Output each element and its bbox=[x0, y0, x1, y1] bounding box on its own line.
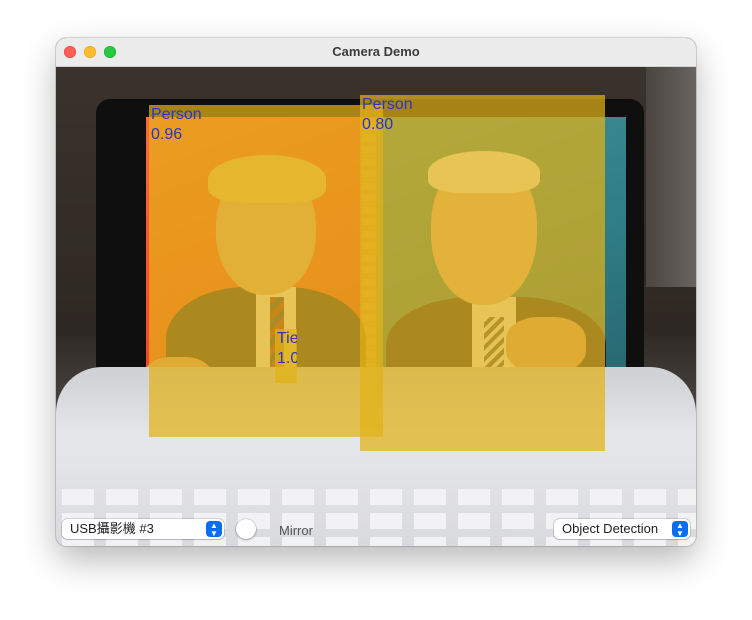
detection-label: Tie bbox=[277, 330, 297, 347]
mode-select[interactable]: Object Detection ▲ ▼ bbox=[554, 519, 690, 539]
title-bar: Camera Demo bbox=[56, 38, 696, 67]
chevron-up-down-icon: ▲ ▼ bbox=[672, 521, 688, 538]
chevron-up-down-icon: ▲ ▼ bbox=[206, 521, 222, 538]
camera-preview: Person 0.96 Person 0.80 Tie 1.0 bbox=[56, 67, 696, 546]
app-window: Camera Demo Person 0.96 Person 0.80 Tie … bbox=[56, 38, 696, 546]
detection-score: 0.96 bbox=[151, 126, 183, 143]
detection-box-person-2: Person 0.80 bbox=[360, 95, 605, 451]
background-scene bbox=[646, 67, 696, 287]
detection-label: Person bbox=[362, 96, 413, 113]
detection-box-person-1: Person 0.96 bbox=[149, 105, 383, 437]
detection-label: Person bbox=[151, 106, 202, 123]
detection-score: 1.0 bbox=[277, 350, 297, 367]
detection-box-tie: Tie 1.0 bbox=[275, 329, 297, 383]
mirror-label: Mirror bbox=[279, 523, 313, 538]
camera-select[interactable]: USB攝影機 #3 ▲ ▼ bbox=[62, 519, 224, 539]
mode-select-value: Object Detection bbox=[562, 521, 659, 536]
window-title: Camera Demo bbox=[332, 44, 420, 59]
detection-score: 0.80 bbox=[362, 116, 394, 133]
camera-select-value: USB攝影機 #3 bbox=[70, 521, 154, 536]
mirror-toggle[interactable] bbox=[236, 519, 256, 539]
